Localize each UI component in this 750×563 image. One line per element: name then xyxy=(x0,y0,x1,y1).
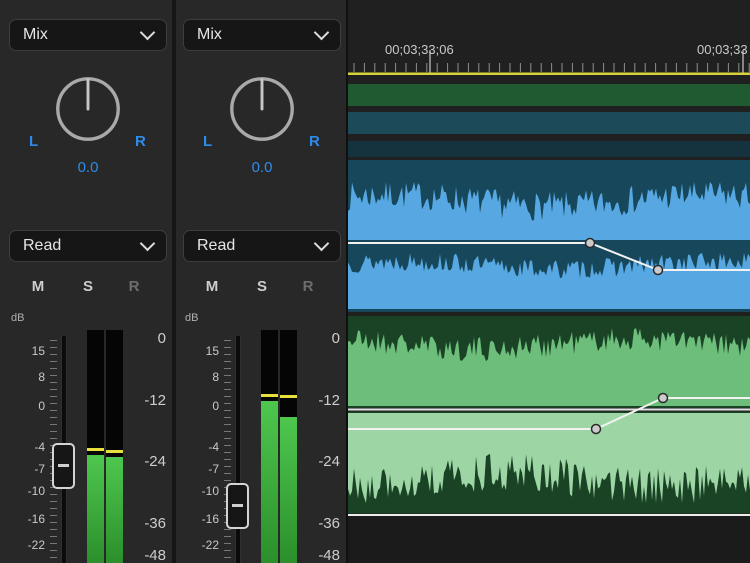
volume-fader-handle[interactable] xyxy=(52,443,75,489)
level-meter-left xyxy=(87,330,104,563)
peak-indicator xyxy=(106,450,123,453)
video-clip-bar[interactable] xyxy=(348,84,750,106)
keyframe-handle[interactable] xyxy=(659,394,668,403)
automation-mode-value: Read xyxy=(23,237,61,255)
audio-mixer-workspace: Mix L R 0.0 Read M S R dB 15 8 0 -4 -7 -10 -16… xyxy=(0,0,750,563)
timeline-panel[interactable]: 00;03;33;06 00;03;33 xyxy=(346,0,750,563)
track-bottom-line xyxy=(348,514,750,516)
fader-scale-label: 15 xyxy=(176,344,219,358)
volume-fader-handle[interactable] xyxy=(226,483,249,529)
fader-scale-label: 0 xyxy=(2,399,45,413)
input-select[interactable]: Mix xyxy=(183,19,341,51)
automation-mode-select[interactable]: Read xyxy=(183,230,341,262)
lane-divider-line xyxy=(348,409,750,411)
solo-button[interactable]: S xyxy=(251,278,273,295)
level-meter-left xyxy=(261,330,278,563)
fader-scale-label: -10 xyxy=(2,484,45,498)
keyframe-handle[interactable] xyxy=(586,239,595,248)
record-arm-button[interactable]: R xyxy=(123,278,145,295)
chevron-down-icon xyxy=(314,236,330,252)
timecode-label: 00;03;33;06 xyxy=(385,42,454,57)
db-unit-label: dB xyxy=(11,312,24,324)
meter-fill xyxy=(106,457,123,563)
fader-scale-label: -22 xyxy=(2,538,45,552)
solo-button[interactable]: S xyxy=(77,278,99,295)
input-select-value: Mix xyxy=(23,26,48,44)
level-meter-right xyxy=(280,330,297,563)
fader-scale-label: -22 xyxy=(176,538,219,552)
level-meter-right xyxy=(106,330,123,563)
fader-scale-label: -7 xyxy=(2,462,45,476)
input-select[interactable]: Mix xyxy=(9,19,167,51)
meter-scale-label: 0 xyxy=(124,330,166,347)
input-select-value: Mix xyxy=(197,26,222,44)
peak-indicator xyxy=(87,448,104,451)
timeline-canvas[interactable] xyxy=(348,0,750,563)
automation-mode-value: Read xyxy=(197,237,235,255)
db-unit-label: dB xyxy=(185,312,198,324)
peak-indicator xyxy=(280,395,297,398)
mixer-channel-strip-1: Mix L R 0.0 Read M S R dB 15 8 0 -4 -7 -10 -16… xyxy=(2,0,174,563)
fader-scale-label: -16 xyxy=(2,512,45,526)
meter-scale-label: -12 xyxy=(124,392,166,409)
meter-scale-label: -36 xyxy=(298,515,340,532)
fader-scale-label: -4 xyxy=(176,440,219,454)
fader-scale-label: 15 xyxy=(2,344,45,358)
meter-fill xyxy=(280,417,297,563)
fader-scale-label: -7 xyxy=(176,462,219,476)
mixer-channel-strip-2: Mix L R 0.0 Read M S R dB 15 8 0 -4 -7 -10 -16… xyxy=(176,0,348,563)
chevron-down-icon xyxy=(140,25,156,41)
pan-left-label: L xyxy=(203,133,212,150)
pan-right-label: R xyxy=(135,133,146,150)
pan-value[interactable]: 0.0 xyxy=(2,159,174,176)
mute-button[interactable]: M xyxy=(201,278,223,295)
mute-button[interactable]: M xyxy=(27,278,49,295)
fader-grip-line xyxy=(232,504,243,507)
timecode-label: 00;03;33 xyxy=(697,42,748,57)
pan-value[interactable]: 0.0 xyxy=(176,159,348,176)
fader-scale-label: -16 xyxy=(176,512,219,526)
keyframe-handle[interactable] xyxy=(592,425,601,434)
audio-track-mixer-panel: Mix L R 0.0 Read M S R dB 15 8 0 -4 -7 -10 -16… xyxy=(0,0,346,563)
meter-scale-label: -24 xyxy=(298,453,340,470)
automation-mode-select[interactable]: Read xyxy=(9,230,167,262)
fader-scale-label: -4 xyxy=(2,440,45,454)
meter-fill xyxy=(261,401,278,563)
keyframe-handle[interactable] xyxy=(654,266,663,275)
pan-right-label: R xyxy=(309,133,320,150)
fader-grip-line xyxy=(58,464,69,467)
fader-scale-label: -10 xyxy=(176,484,219,498)
meter-fill xyxy=(87,455,104,563)
timeline-lower-area xyxy=(348,516,750,563)
collapsed-track-bar-dark[interactable] xyxy=(348,141,750,157)
record-arm-button[interactable]: R xyxy=(297,278,319,295)
meter-scale-label: 0 xyxy=(298,330,340,347)
meter-scale-label: -36 xyxy=(124,515,166,532)
collapsed-track-bar[interactable] xyxy=(348,112,750,134)
meter-scale-label: -12 xyxy=(298,392,340,409)
fader-scale-label: 8 xyxy=(2,370,45,384)
meter-scale-label: -48 xyxy=(298,547,340,563)
fader-tick-marks xyxy=(224,340,231,563)
meter-scale-label: -48 xyxy=(124,547,166,563)
meter-scale-label: -24 xyxy=(124,453,166,470)
chevron-down-icon xyxy=(140,236,156,252)
chevron-down-icon xyxy=(314,25,330,41)
pan-knob[interactable] xyxy=(49,70,127,148)
work-area-bar[interactable] xyxy=(348,73,750,76)
pan-left-label: L xyxy=(29,133,38,150)
peak-indicator xyxy=(261,394,278,397)
fader-scale-label: 0 xyxy=(176,399,219,413)
fader-scale-label: 8 xyxy=(176,370,219,384)
pan-knob[interactable] xyxy=(223,70,301,148)
